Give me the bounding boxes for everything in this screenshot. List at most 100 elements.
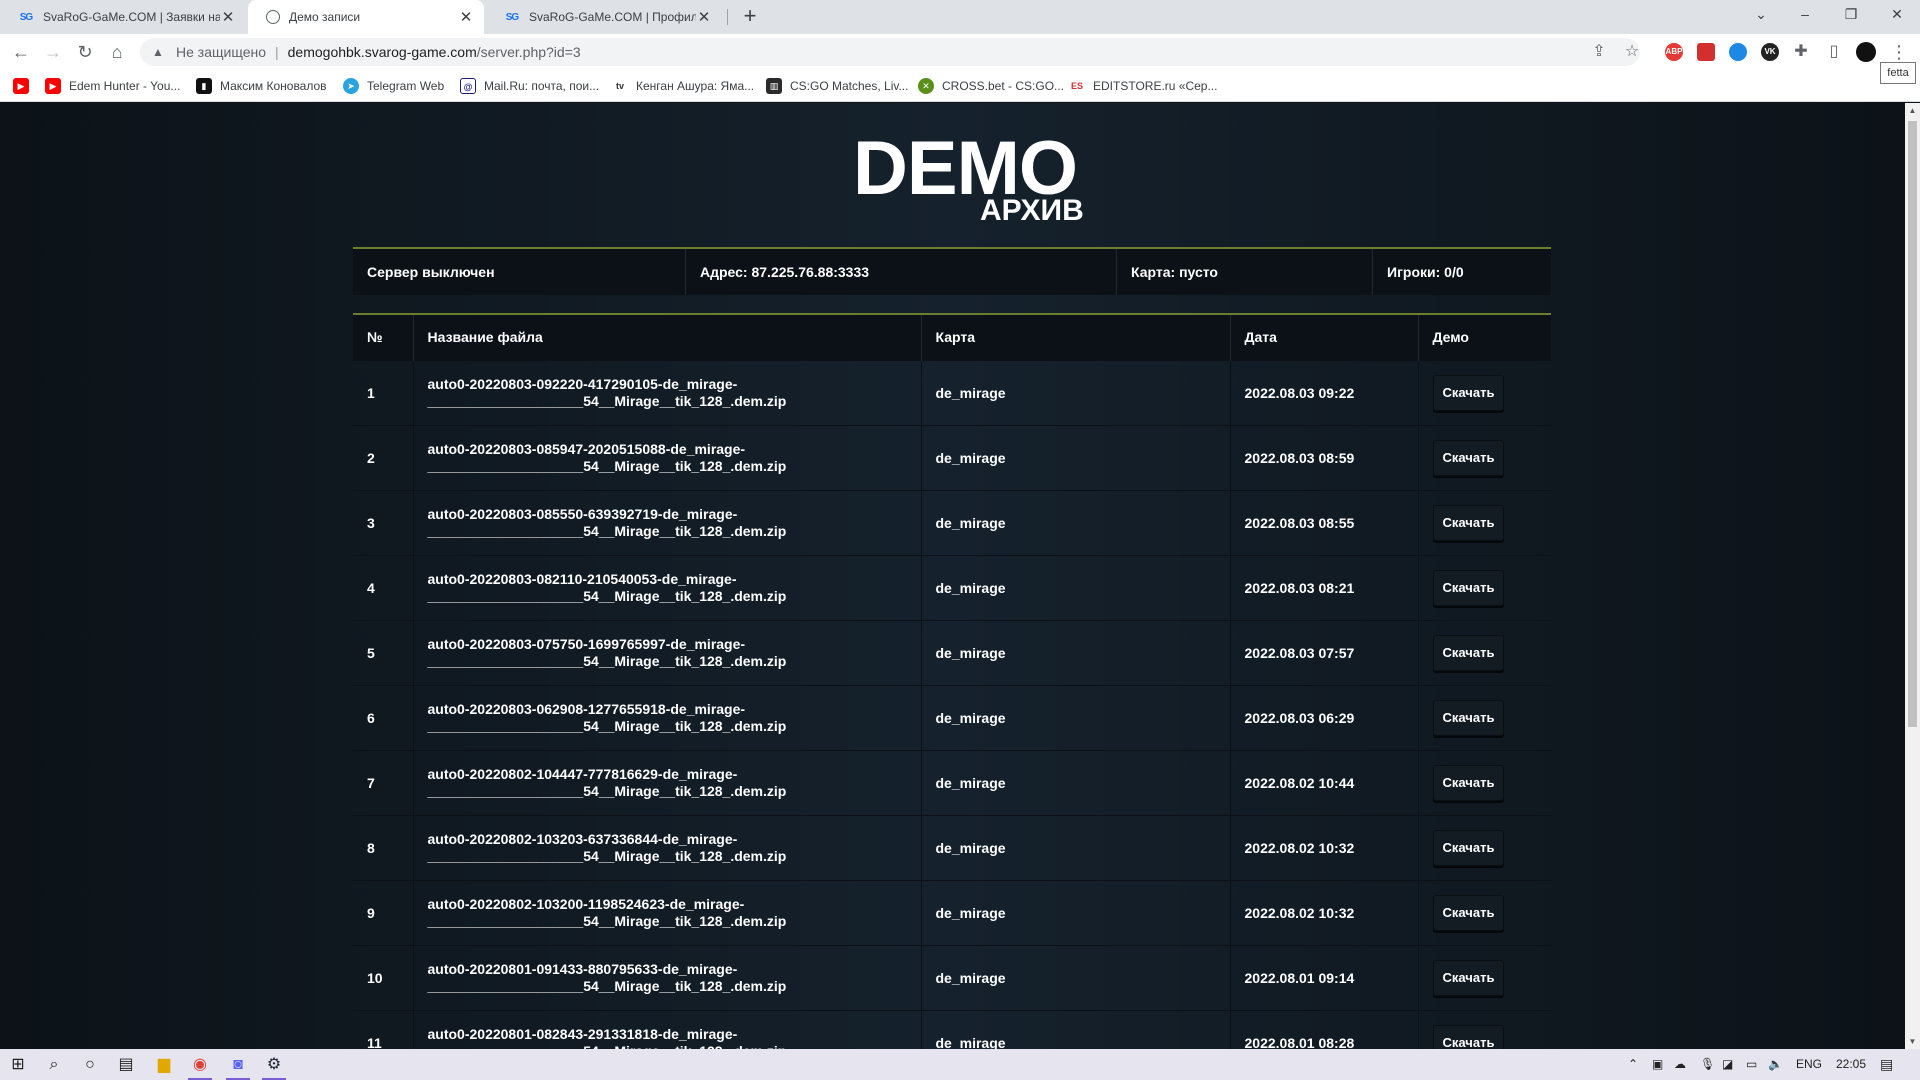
clock[interactable]: 22:05 [1836, 1049, 1866, 1080]
bookmark-kengan[interactable]: tv Кенган Ашура: Яма... [612, 76, 754, 96]
chrome-icon[interactable]: ◉ [182, 1049, 218, 1080]
bookmark-label: Кенган Ашура: Яма... [636, 79, 755, 93]
row-filename: auto0-20220802-103200-1198524623-de_mira… [413, 880, 922, 945]
profile-avatar[interactable] [1856, 42, 1876, 62]
bookmark-edem-hunter[interactable]: ▶ Edem Hunter - You... [45, 76, 180, 96]
minimize-button[interactable]: – [1782, 0, 1828, 30]
demo-table: № Название файла Карта Дата Демо 1 auto0-… [353, 313, 1551, 1049]
download-button[interactable]: Скачать [1432, 439, 1505, 476]
download-button[interactable]: Скачать [1432, 829, 1505, 866]
row-date: 2022.08.01 09:14 [1230, 945, 1419, 1010]
cortana-icon[interactable]: ○ [72, 1049, 108, 1080]
search-icon[interactable]: ⌕ [36, 1049, 72, 1080]
steam-icon[interactable]: ⚙ [256, 1049, 292, 1080]
close-tab-icon[interactable]: ✕ [458, 8, 474, 26]
forward-button[interactable]: → [41, 40, 65, 64]
puzzle-icon[interactable]: ✚ [1789, 40, 1813, 64]
address-bar[interactable]: ▲ Не защищено | demogohbk.svarog-game.co… [140, 38, 1640, 66]
microphone-icon[interactable]: 🎙 [1700, 1049, 1715, 1080]
file-explorer-icon[interactable]: ▆ [146, 1049, 182, 1080]
row-number: 10 [353, 945, 414, 1010]
filename-line-1: auto0-20220802-104447-777816629-de_mirag… [427, 765, 738, 782]
row-filename: auto0-20220803-082110-210540053-de_mirag… [413, 555, 922, 620]
tab-svarog-applications[interactable]: SG SvaRoG-GaMe.COM | Заявки на ✕ [0, 0, 246, 34]
close-window-button[interactable]: ✕ [1874, 0, 1920, 30]
sg-logo-icon: SG [505, 11, 519, 23]
windows-start-icon[interactable]: ⊞ [0, 1049, 36, 1080]
row-date: 2022.08.03 09:22 [1230, 360, 1419, 425]
menu-icon[interactable]: ⋮ [1890, 40, 1908, 64]
tray-app-icon[interactable]: ▣ [1652, 1049, 1663, 1080]
youtube-icon: ▶ [13, 78, 29, 94]
download-button[interactable]: Скачать [1432, 1024, 1505, 1049]
row-demo: Скачать [1418, 750, 1551, 815]
download-button[interactable]: Скачать [1432, 894, 1505, 931]
bookmark-telegram[interactable]: ➤ Telegram Web [343, 76, 444, 96]
row-date: 2022.08.03 08:21 [1230, 555, 1419, 620]
row-number: 11 [353, 1010, 414, 1049]
bookmark-hltv[interactable]: ▥ CS:GO Matches, Liv... [766, 76, 908, 96]
filename-line-2: ____________________54__Mirage__tik_128_… [427, 587, 787, 604]
scrollbar-thumb[interactable] [1908, 121, 1917, 727]
discord-icon[interactable]: ◙ [220, 1049, 256, 1080]
filename-line-2: ____________________54__Mirage__tik_128_… [427, 717, 787, 734]
share-icon[interactable]: ⇪ [1587, 40, 1611, 64]
tab-separator [727, 9, 728, 25]
vk-extension-icon[interactable]: VK [1761, 43, 1779, 61]
download-button[interactable]: Скачать [1432, 569, 1505, 606]
windows-taskbar: ⊞ ⌕ ○ ▤ ▆ ◉ ◙ ⚙ ⌃ ▣ ☁ 🎙 ◪ ▭ 🔈 ENG 22:05 … [0, 1049, 1920, 1080]
adblock-extension-icon[interactable]: ABP [1665, 43, 1683, 61]
blue-extension-icon[interactable] [1729, 43, 1747, 61]
server-players: Игроки: 0/0 [1387, 264, 1464, 280]
network-icon[interactable]: ▭ [1746, 1049, 1757, 1080]
download-button[interactable]: Скачать [1432, 504, 1505, 541]
onedrive-icon[interactable]: ☁ [1674, 1049, 1686, 1080]
side-panel-icon[interactable]: ▯ [1822, 40, 1846, 64]
download-button[interactable]: Скачать [1432, 959, 1505, 996]
table-row: 7 auto0-20220802-104447-777816629-de_mira… [353, 750, 1551, 815]
task-view-icon[interactable]: ▤ [108, 1049, 144, 1080]
warning-icon[interactable]: ▲ [152, 45, 168, 59]
row-demo: Скачать [1418, 815, 1551, 880]
reload-button[interactable]: ↻ [73, 40, 97, 64]
row-demo: Скачать [1418, 555, 1551, 620]
tab-title: SvaRoG-GaMe.COM | Профиль [529, 10, 696, 24]
header-date: Дата [1230, 314, 1419, 360]
tab-svarog-profile[interactable]: SG SvaRoG-GaMe.COM | Профиль ✕ [486, 0, 722, 34]
back-button[interactable]: ← [9, 40, 33, 64]
notifications-icon[interactable]: ▤ [1880, 1049, 1893, 1080]
download-button[interactable]: Скачать [1432, 699, 1505, 736]
download-button[interactable]: Скачать [1432, 634, 1505, 671]
page-scrollbar[interactable]: ▲ ▼ [1905, 103, 1920, 1049]
bookmark-maxim-konovalov[interactable]: ▮ Максим Коновалов [196, 76, 327, 96]
bookmark-mailru[interactable]: @ Mail.Ru: почта, пои... [460, 76, 599, 96]
bookmark-crossbet[interactable]: ✕ CROSS.bet - CS:GO... [918, 76, 1064, 96]
language-indicator[interactable]: ENG [1796, 1049, 1822, 1080]
tray-app-icon-2[interactable]: ◪ [1722, 1049, 1733, 1080]
restore-button[interactable]: ❐ [1828, 0, 1874, 30]
cross-icon: ✕ [918, 78, 934, 94]
row-number: 6 [353, 685, 414, 750]
new-tab-button[interactable]: + [737, 4, 763, 30]
close-tab-icon[interactable]: ✕ [220, 8, 236, 26]
filename-line-1: auto0-20220801-082843-291331818-de_mirag… [427, 1025, 738, 1042]
tray-chevron-icon[interactable]: ⌃ [1628, 1049, 1638, 1080]
volume-icon[interactable]: 🔈 [1768, 1049, 1783, 1080]
download-button[interactable]: Скачать [1432, 374, 1505, 411]
mailru-icon: @ [460, 78, 476, 94]
bookmark-youtube[interactable]: ▶ [13, 76, 37, 96]
scroll-down-arrow[interactable]: ▼ [1905, 1034, 1920, 1049]
url-text[interactable]: demogohbk.svarog-game.com/server.php?id=… [288, 44, 581, 60]
tab-demo-records[interactable]: Демо записи ✕ [248, 0, 484, 34]
tab-search-button[interactable]: ⌄ [1738, 0, 1784, 30]
close-tab-icon[interactable]: ✕ [696, 8, 712, 26]
row-date: 2022.08.03 06:29 [1230, 685, 1419, 750]
download-button[interactable]: Скачать [1432, 764, 1505, 801]
home-button[interactable]: ⌂ [105, 40, 129, 64]
star-icon[interactable]: ☆ [1620, 40, 1644, 64]
tab-title: SvaRoG-GaMe.COM | Заявки на [43, 10, 220, 24]
bookmark-editstore[interactable]: ES EDITSTORE.ru «Сер... [1069, 76, 1217, 96]
scroll-up-arrow[interactable]: ▲ [1905, 103, 1920, 118]
row-number: 9 [353, 880, 414, 945]
red-extension-icon[interactable] [1697, 43, 1715, 61]
